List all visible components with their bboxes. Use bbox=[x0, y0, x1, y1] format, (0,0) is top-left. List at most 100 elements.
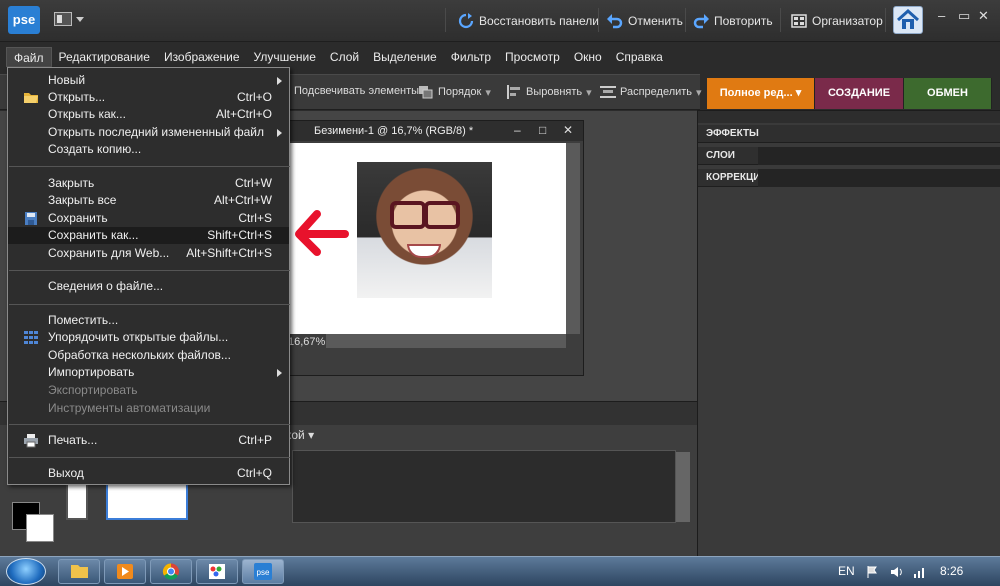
menu-layer[interactable]: Слой bbox=[323, 47, 366, 67]
start-button[interactable] bbox=[6, 558, 46, 585]
glasses bbox=[390, 201, 460, 229]
menu-item-shortcut: Ctrl+P bbox=[238, 433, 272, 447]
panel-layers[interactable]: СЛОИ bbox=[698, 147, 1000, 165]
menu-item-label: Открыть как... bbox=[48, 107, 126, 121]
distribute-icon bbox=[600, 86, 616, 98]
menu-item-save-as[interactable]: Сохранить как... Shift+Ctrl+S bbox=[8, 227, 289, 244]
taskbar-explorer[interactable] bbox=[58, 559, 100, 584]
menu-item-label: Сохранить как... bbox=[48, 228, 139, 242]
redo-label: Повторить bbox=[714, 14, 773, 28]
menu-item-place[interactable]: Поместить... bbox=[8, 312, 289, 329]
chevron-down-icon: ▾ bbox=[795, 87, 802, 99]
grid-icon bbox=[24, 331, 38, 344]
minimize-icon[interactable]: – bbox=[514, 123, 521, 137]
menu-item-duplicate[interactable]: Создать копию... bbox=[8, 141, 289, 158]
menu-item-label: Открыть... bbox=[48, 90, 106, 104]
align-dropdown[interactable]: Выровнять ▾ bbox=[506, 85, 592, 99]
redo-button[interactable]: Повторить bbox=[693, 11, 773, 31]
workspace-layout-button[interactable] bbox=[54, 11, 88, 29]
menu-item-close-all[interactable]: Закрыть все Alt+Ctrl+W bbox=[8, 192, 289, 209]
folder-icon bbox=[71, 565, 88, 578]
toolbar-divider bbox=[598, 8, 599, 32]
panel-correction[interactable]: КОРРЕКЦИЯ bbox=[698, 169, 1000, 187]
organizer-button[interactable]: Организатор bbox=[791, 11, 883, 31]
vertical-scrollbar[interactable] bbox=[566, 143, 580, 334]
menu-item-shortcut: Ctrl+W bbox=[235, 176, 272, 190]
close-icon[interactable]: ✕ bbox=[563, 123, 573, 137]
menu-item-label: Печать... bbox=[48, 433, 98, 447]
minimize-icon[interactable]: – bbox=[938, 8, 945, 23]
panel-layers-label: СЛОИ bbox=[706, 150, 735, 161]
order-dropdown[interactable]: Порядок ▾ bbox=[418, 85, 491, 99]
menu-image[interactable]: Изображение bbox=[157, 47, 247, 67]
menu-item-open[interactable]: Открыть... Ctrl+O bbox=[8, 89, 289, 106]
panel-effects[interactable]: ЭФФЕКТЫ bbox=[698, 125, 1000, 143]
taskbar-chrome[interactable] bbox=[150, 559, 192, 584]
language-indicator[interactable]: EN bbox=[838, 564, 855, 578]
tab-share[interactable]: ОБМЕН bbox=[904, 78, 992, 109]
menu-item-process-multiple[interactable]: Обработка нескольких файлов... bbox=[8, 347, 289, 364]
menu-filter[interactable]: Фильтр bbox=[444, 47, 498, 67]
bin-dropdown[interactable]: кой ▾ bbox=[286, 428, 314, 442]
taskbar-media-player[interactable] bbox=[104, 559, 146, 584]
save-icon bbox=[25, 212, 37, 225]
menu-window[interactable]: Окно bbox=[567, 47, 609, 67]
menu-item-save-for-web[interactable]: Сохранить для Web... Alt+Shift+Ctrl+S bbox=[8, 245, 289, 262]
taskbar-paint-app[interactable] bbox=[196, 559, 238, 584]
redo-icon bbox=[693, 14, 709, 29]
menu-item-open-recent[interactable]: Открыть последний измененный файл bbox=[8, 124, 289, 141]
pse-icon: pse bbox=[254, 563, 272, 580]
horizontal-scrollbar[interactable] bbox=[326, 334, 566, 348]
submenu-arrow-icon bbox=[277, 129, 282, 137]
menu-enhance[interactable]: Улучшение bbox=[247, 47, 323, 67]
menu-view[interactable]: Просмотр bbox=[498, 47, 567, 67]
undo-button[interactable]: Отменить bbox=[607, 11, 683, 31]
taskbar-photoshop-elements[interactable]: pse bbox=[242, 559, 284, 584]
menu-item-close[interactable]: Закрыть Ctrl+W bbox=[8, 175, 289, 192]
media-player-icon bbox=[117, 564, 133, 579]
menu-item-print[interactable]: Печать... Ctrl+P bbox=[8, 432, 289, 449]
menu-item-label: Импортировать bbox=[48, 365, 135, 379]
chevron-down-icon: ▾ bbox=[485, 86, 491, 99]
menu-item-save[interactable]: Сохранить Ctrl+S bbox=[8, 210, 289, 227]
toolbar-divider bbox=[885, 8, 886, 32]
home-button[interactable] bbox=[893, 6, 923, 34]
distribute-dropdown[interactable]: Распределить ▾ bbox=[600, 85, 702, 99]
background-color[interactable] bbox=[26, 514, 54, 542]
bin-scrollbar[interactable] bbox=[676, 452, 690, 522]
restore-panels-label: Восстановить панели bbox=[479, 14, 599, 28]
menu-separator bbox=[9, 424, 290, 425]
menu-item-arrange-files[interactable]: Упорядочить открытые файлы... bbox=[8, 329, 289, 346]
menu-item-exit[interactable]: Выход Ctrl+Q bbox=[8, 465, 289, 482]
menu-file[interactable]: Файл bbox=[6, 47, 52, 67]
network-icon[interactable] bbox=[913, 565, 927, 579]
close-window-icon[interactable]: ✕ bbox=[978, 8, 989, 24]
menu-item-open-as[interactable]: Открыть как... Alt+Ctrl+O bbox=[8, 106, 289, 123]
tab-full-edit[interactable]: Полное ред... ▾ bbox=[707, 78, 815, 109]
volume-icon[interactable] bbox=[890, 565, 904, 579]
file-menu: Новый Открыть... Ctrl+O Открыть как... A… bbox=[7, 67, 290, 485]
menu-item-label: Поместить... bbox=[48, 313, 119, 327]
menu-help[interactable]: Справка bbox=[609, 47, 670, 67]
restore-window-icon[interactable]: ▭ bbox=[958, 8, 970, 24]
restore-panels-button[interactable]: Восстановить панели bbox=[458, 11, 599, 31]
maximize-icon[interactable]: □ bbox=[539, 123, 546, 137]
home-icon bbox=[896, 8, 920, 29]
menu-item-new[interactable]: Новый bbox=[8, 72, 289, 89]
menu-item-file-info[interactable]: Сведения о файле... bbox=[8, 278, 289, 295]
flag-icon[interactable] bbox=[866, 565, 878, 579]
menu-separator bbox=[9, 270, 290, 271]
menu-select[interactable]: Выделение bbox=[366, 47, 444, 67]
tab-create[interactable]: СОЗДАНИЕ bbox=[815, 78, 904, 109]
highlight-elements-option[interactable]: Подсвечивать элементы bbox=[294, 85, 419, 97]
menu-edit[interactable]: Редактирование bbox=[52, 47, 157, 67]
highlight-elements-label: Подсвечивать элементы bbox=[294, 85, 420, 97]
menu-item-import[interactable]: Импортировать bbox=[8, 364, 289, 381]
panel-strip bbox=[698, 111, 1000, 123]
chrome-icon bbox=[162, 563, 179, 580]
zoom-level[interactable]: 16,67% bbox=[288, 336, 325, 348]
menu-item-label: Новый bbox=[48, 73, 86, 87]
clock[interactable]: 8:26 bbox=[940, 564, 963, 578]
chevron-down-icon: ▾ bbox=[308, 428, 315, 442]
toolbar-divider bbox=[780, 8, 781, 32]
